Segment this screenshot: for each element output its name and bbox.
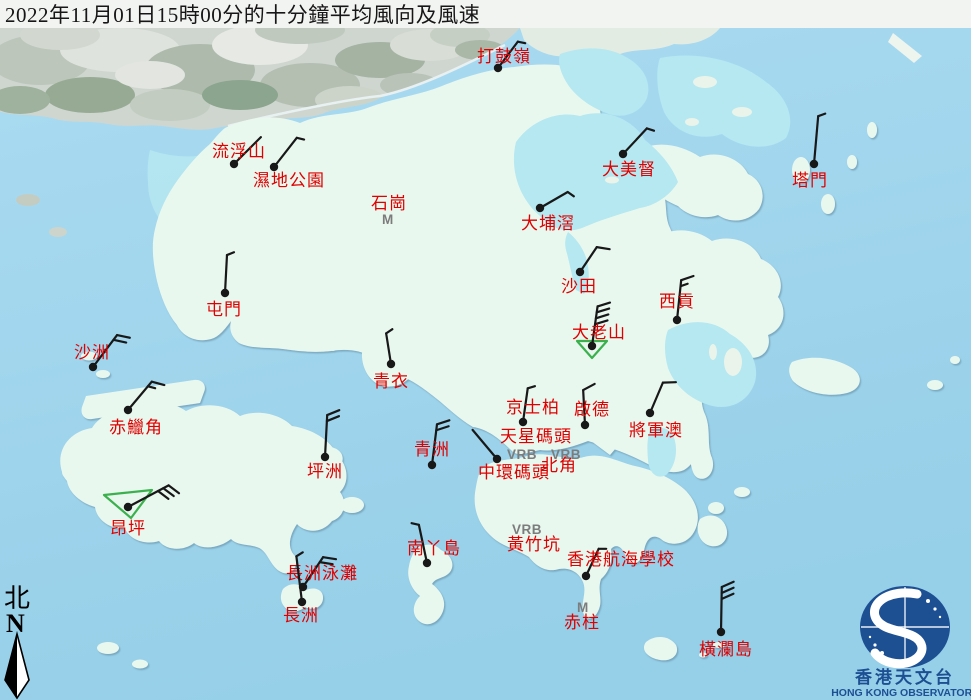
station-dot: [230, 160, 238, 168]
station-dot: [124, 406, 132, 414]
station-label: 昂坪: [110, 519, 146, 538]
hko-wind-map: 打鼓嶺流浮山濕地公園塔門大美督石崗M大埔滘沙田屯門西貢沙洲大老山青衣赤鱲角京士柏…: [0, 0, 971, 700]
station-label: 京士柏: [506, 398, 560, 417]
station-dot: [646, 409, 654, 417]
station-label: 塔門: [792, 171, 828, 190]
station-dot: [619, 150, 627, 158]
station-dot: [321, 453, 329, 461]
station-label: 青洲: [414, 440, 450, 459]
station-dot: [89, 363, 97, 371]
station-dot: [387, 360, 395, 368]
station-label: 濕地公園: [253, 171, 325, 190]
compass-letter: N: [6, 609, 25, 638]
station-label: 香港航海學校: [567, 550, 675, 569]
deep-bay-islet: [16, 194, 40, 206]
station-label: 長洲: [283, 606, 319, 625]
station-label: 青衣: [373, 372, 409, 391]
station-dot: [717, 628, 725, 636]
station-label: 坪洲: [307, 462, 343, 481]
station-dot: [493, 455, 501, 463]
station-label: 黃竹坑: [507, 535, 561, 554]
station-label: 赤柱: [564, 613, 600, 632]
map-canvas: 打鼓嶺流浮山濕地公園塔門大美督石崗M大埔滘沙田屯門西貢沙洲大老山青衣赤鱲角京士柏…: [0, 0, 971, 700]
land-tung-lung: [708, 502, 724, 514]
station-label: 打鼓嶺: [477, 47, 531, 66]
station-label: 南丫島: [407, 539, 461, 558]
station-label: 大埔滘: [521, 214, 575, 233]
station-dot: [536, 204, 544, 212]
station-dot: [582, 572, 590, 580]
station-note: M: [577, 600, 589, 615]
station-label: 橫瀾島: [699, 640, 753, 659]
map-title: 2022年11月01日15時00分的十分鐘平均風向及風速: [5, 3, 480, 27]
land-port-island: [867, 122, 877, 138]
station-dot: [298, 598, 306, 606]
station-dot: [221, 289, 229, 297]
land-soko: [97, 642, 119, 654]
station-dot: [673, 316, 681, 324]
station-dot: [576, 268, 584, 276]
station-dot: [588, 342, 596, 350]
station-dot: [519, 418, 527, 426]
station-dot: [428, 461, 436, 469]
land-town-island: [734, 487, 750, 497]
station-label: 流浮山: [212, 142, 266, 161]
station-label: 屯門: [206, 300, 242, 319]
land-islet-east: [950, 356, 960, 364]
land-ninepin: [927, 380, 943, 390]
station-note: M: [382, 212, 394, 227]
station-label: 天星碼頭: [500, 427, 572, 446]
station-dot: [270, 163, 278, 171]
station-dot: [423, 559, 431, 567]
station-label: 沙田: [561, 277, 597, 296]
station-note: VRB: [551, 447, 581, 462]
land-ma-wan: [328, 341, 338, 351]
hko-name-zh: 香港天文台: [855, 667, 955, 687]
land-islet-ne: [847, 155, 857, 169]
station-label: 赤鱲角: [109, 418, 163, 437]
station-label: 大美督: [602, 160, 656, 179]
station-label: 將軍澳: [629, 421, 683, 440]
station-label: 沙洲: [74, 343, 110, 362]
land-grass-island: [821, 194, 835, 214]
wind-barb-feather: [518, 42, 525, 44]
station-dot: [810, 160, 818, 168]
land-soko-east: [132, 660, 148, 669]
station-label: 啟德: [574, 400, 610, 419]
deep-bay-islet: [49, 227, 67, 237]
station-note: VRB: [507, 447, 537, 462]
station-label: 西貢: [659, 292, 695, 311]
station-label: 大老山: [572, 323, 626, 342]
station-label: 中環碼頭: [478, 463, 550, 482]
station-dot: [124, 503, 132, 511]
station-dot: [581, 421, 589, 429]
station-label: 石崗: [371, 194, 407, 213]
land-hei-ling-chau: [340, 497, 364, 513]
land-sha-chau-south: [96, 370, 110, 378]
station-note: VRB: [512, 522, 542, 537]
hko-name-en: HONG KONG OBSERVATORY: [831, 687, 971, 699]
